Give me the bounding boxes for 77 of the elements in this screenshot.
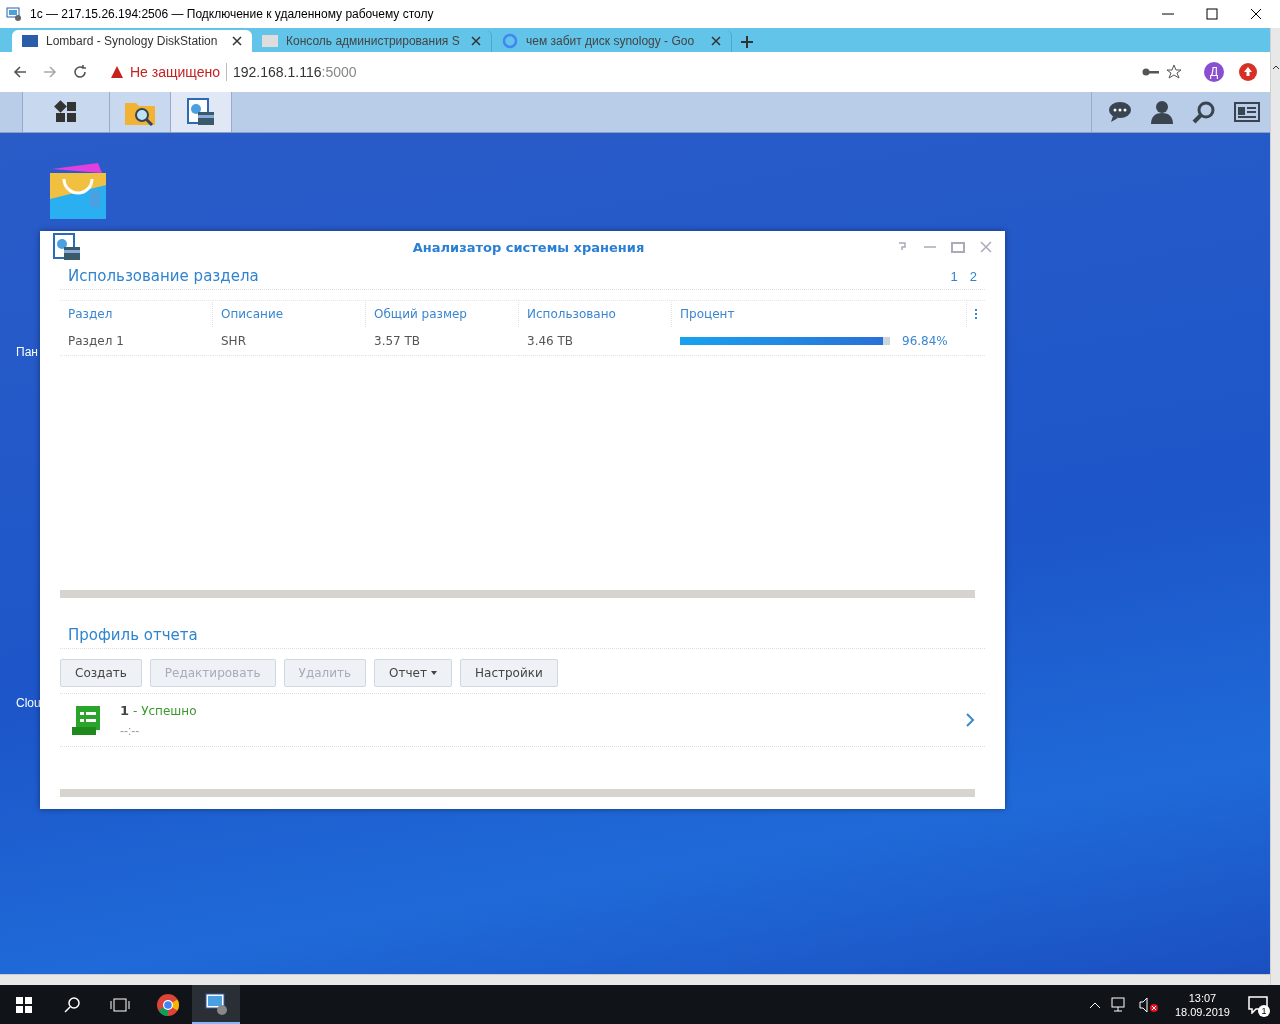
- taskbar-app-button[interactable]: [171, 92, 232, 132]
- user-icon[interactable]: [1150, 100, 1174, 124]
- chat-bubble-icon[interactable]: [1108, 100, 1132, 124]
- column-header[interactable]: Использовано: [519, 300, 672, 327]
- clock-date[interactable]: 18.09.2019: [1174, 1005, 1230, 1018]
- speaker-muted-icon[interactable]: [1138, 996, 1159, 1013]
- table-cell: 3.57 TB: [366, 327, 519, 356]
- toolbar-button[interactable]: Отчет: [374, 659, 452, 687]
- chevron-up-icon[interactable]: [1088, 1000, 1101, 1009]
- back-arrow-icon[interactable]: [12, 64, 28, 80]
- column-header[interactable]: Раздел: [60, 300, 213, 327]
- window-title: 1с — 217.15.26.194:2506 — Подключение к удаленному рабочему столу: [30, 7, 434, 21]
- column-header[interactable]: Процент: [672, 300, 967, 327]
- report-row[interactable]: 1 - Успешно --:--: [60, 694, 985, 747]
- section-title: Использование раздела: [68, 267, 259, 285]
- remote-desktop-icon[interactable]: [204, 991, 228, 1016]
- clock-time[interactable]: 13:07: [1188, 991, 1217, 1004]
- reload-icon[interactable]: [72, 64, 88, 80]
- favicon-icon: [262, 35, 278, 47]
- storage-analyzer-icon[interactable]: [186, 97, 216, 127]
- browser-tab[interactable]: Lombard - Synology DiskStation: [12, 30, 252, 52]
- id-card-icon[interactable]: [1234, 101, 1260, 123]
- toolbar-button[interactable]: Создать: [60, 659, 142, 687]
- column-header[interactable]: Общий размер: [366, 300, 519, 327]
- section-title: Профиль отчета: [68, 626, 198, 644]
- chevron-right-icon[interactable]: [965, 713, 975, 727]
- task-view-icon[interactable]: [110, 996, 130, 1013]
- grid-icon[interactable]: [54, 100, 78, 124]
- star-icon[interactable]: [1166, 64, 1182, 80]
- tab-label: чем забит диск synology - Goo: [526, 34, 696, 48]
- column-header[interactable]: Описание: [213, 300, 366, 327]
- remote-desktop-icon: [6, 6, 22, 22]
- page-link[interactable]: 1: [950, 268, 958, 284]
- scrollbar[interactable]: [60, 789, 975, 797]
- scrollbar[interactable]: [0, 974, 1270, 985]
- windows-logo-icon[interactable]: [16, 996, 32, 1013]
- update-icon[interactable]: [1238, 62, 1258, 82]
- search-icon[interactable]: [1192, 100, 1216, 124]
- close-icon[interactable]: [1248, 6, 1264, 22]
- kebab-menu-icon[interactable]: [974, 309, 978, 319]
- page-link[interactable]: 2: [969, 268, 977, 284]
- taskbar-app-button[interactable]: [110, 92, 171, 132]
- desktop-icon-label[interactable]: Пан: [16, 345, 38, 359]
- table-cell: 3.46 TB: [519, 327, 672, 356]
- chrome-icon[interactable]: [156, 992, 180, 1017]
- profile-avatar[interactable]: Д: [1204, 62, 1224, 82]
- table-cell: Раздел 1: [60, 327, 213, 356]
- percent-value: 96.84%: [902, 334, 948, 348]
- search-icon[interactable]: [63, 995, 81, 1014]
- toolbar-button[interactable]: Настройки: [460, 659, 558, 687]
- table-cell: SHR: [213, 327, 366, 356]
- close-icon[interactable]: [711, 36, 721, 46]
- warning-icon: [110, 65, 124, 79]
- url-port: :5000: [321, 64, 357, 80]
- report-time: --:--: [120, 723, 141, 738]
- taskbar-app-button[interactable]: [22, 92, 110, 132]
- scrollbar[interactable]: [1270, 28, 1280, 985]
- chevron-up-icon[interactable]: [1271, 64, 1280, 70]
- url-host: 192.168.1.116: [233, 64, 322, 80]
- scrollbar[interactable]: [60, 590, 975, 598]
- caret-icon: [431, 671, 437, 675]
- notification-count: 1: [1258, 1004, 1270, 1017]
- google-icon: [502, 33, 518, 49]
- tab-label: Консоль администрирования S: [286, 34, 461, 48]
- storage-analyzer-icon[interactable]: [52, 232, 82, 262]
- favicon-icon: [22, 35, 38, 47]
- notification-icon[interactable]: [1248, 995, 1268, 1014]
- maximize-icon[interactable]: [1204, 6, 1220, 22]
- key-icon[interactable]: [1142, 66, 1160, 78]
- window-title: Анализатор системы хранения: [411, 239, 646, 255]
- report-number: 1: [120, 702, 130, 718]
- close-icon[interactable]: [471, 36, 481, 46]
- tab-label: Lombard - Synology DiskStation: [46, 34, 219, 48]
- close-icon[interactable]: [232, 36, 242, 46]
- security-label: Не защищено: [130, 64, 220, 80]
- desktop-icon-label[interactable]: Clou: [16, 696, 41, 710]
- report-status: - Успешно: [133, 703, 197, 718]
